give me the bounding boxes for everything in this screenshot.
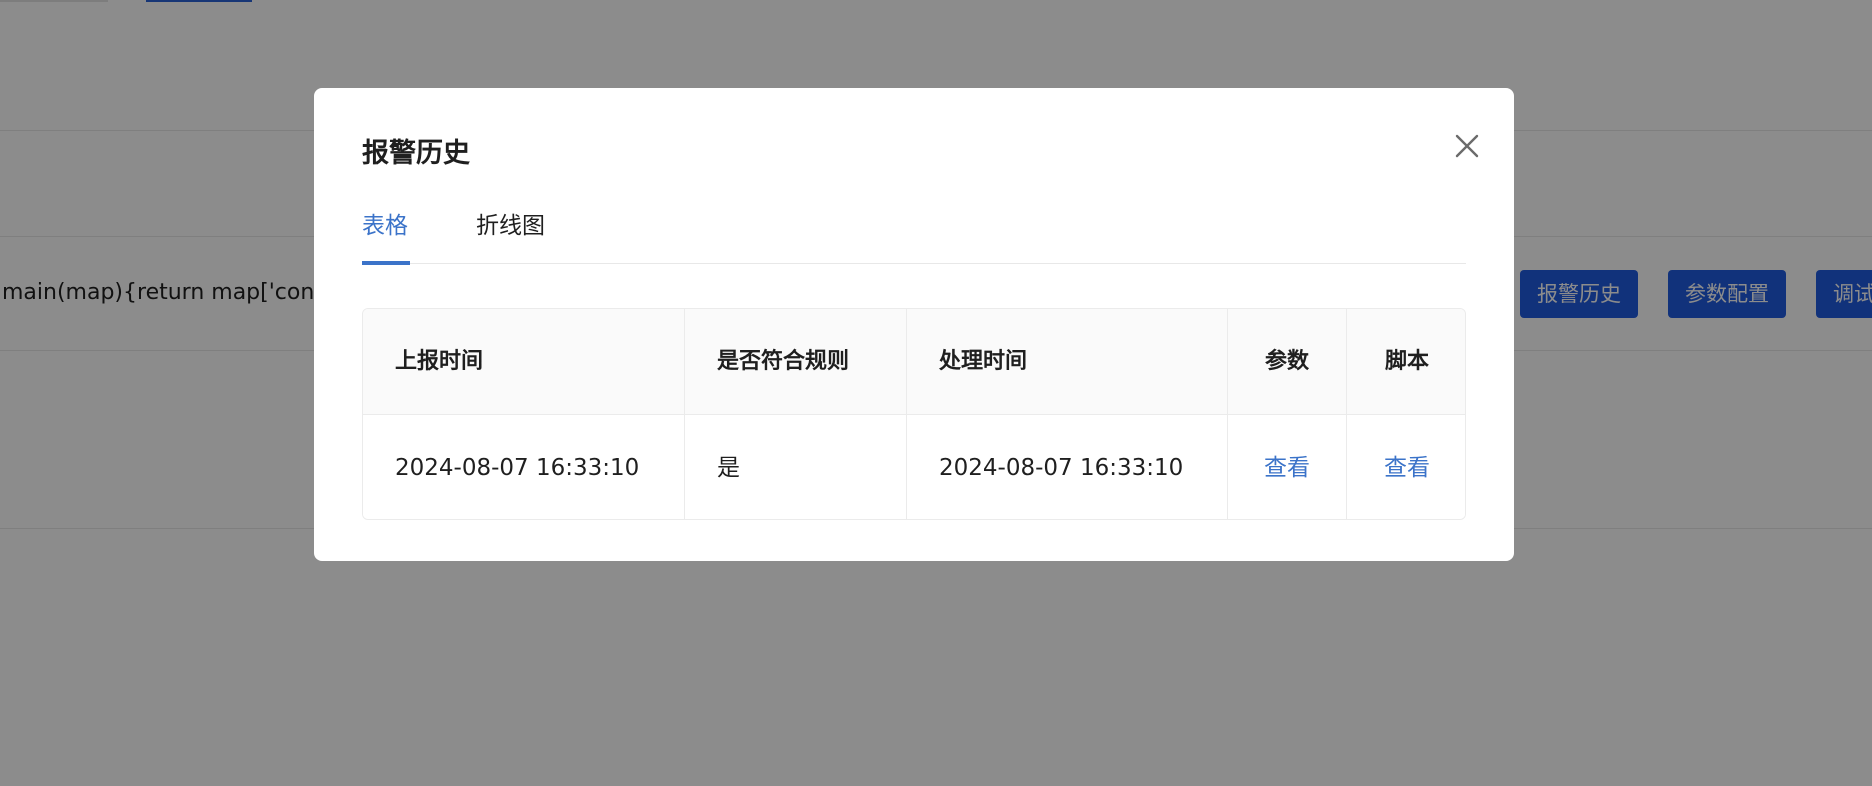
close-icon[interactable]	[1447, 126, 1487, 166]
alarm-history-table: 上报时间 是否符合规则 处理时间 参数 脚本 2024-08-07 16:33:…	[362, 308, 1466, 520]
tab-table[interactable]: 表格	[362, 208, 410, 265]
matches-rule-cell: 是	[685, 415, 907, 519]
column-header-matches-rule: 是否符合规则	[685, 309, 907, 415]
alarm-history-modal: 报警历史 表格 折线图 上报时间 是否符合规则 处理时间 参数 脚本 2024-…	[314, 88, 1514, 561]
modal-tabs: 表格 折线图	[362, 208, 1466, 265]
tab-line-chart-label: 折线图	[476, 213, 545, 239]
tab-line-chart[interactable]: 折线图	[476, 208, 545, 264]
params-cell: 查看	[1228, 415, 1347, 519]
process-time-cell: 2024-08-07 16:33:10	[907, 415, 1228, 519]
column-header-process-time: 处理时间	[907, 309, 1228, 415]
column-header-script: 脚本	[1384, 349, 1429, 374]
tab-table-label: 表格	[362, 213, 408, 239]
column-header-params: 参数	[1228, 309, 1347, 415]
modal-title: 报警历史	[362, 138, 470, 169]
view-script-link[interactable]: 查看	[1384, 455, 1430, 481]
table-header-row: 上报时间 是否符合规则 处理时间 参数 脚本	[363, 309, 1465, 415]
script-cell: 查看	[1347, 415, 1465, 519]
tab-active-indicator	[362, 261, 410, 265]
table-row: 2024-08-07 16:33:10 是 2024-08-07 16:33:1…	[363, 415, 1465, 519]
column-header-report-time: 上报时间	[363, 309, 685, 415]
report-time-cell: 2024-08-07 16:33:10	[363, 415, 685, 519]
view-params-link[interactable]: 查看	[1264, 455, 1310, 481]
